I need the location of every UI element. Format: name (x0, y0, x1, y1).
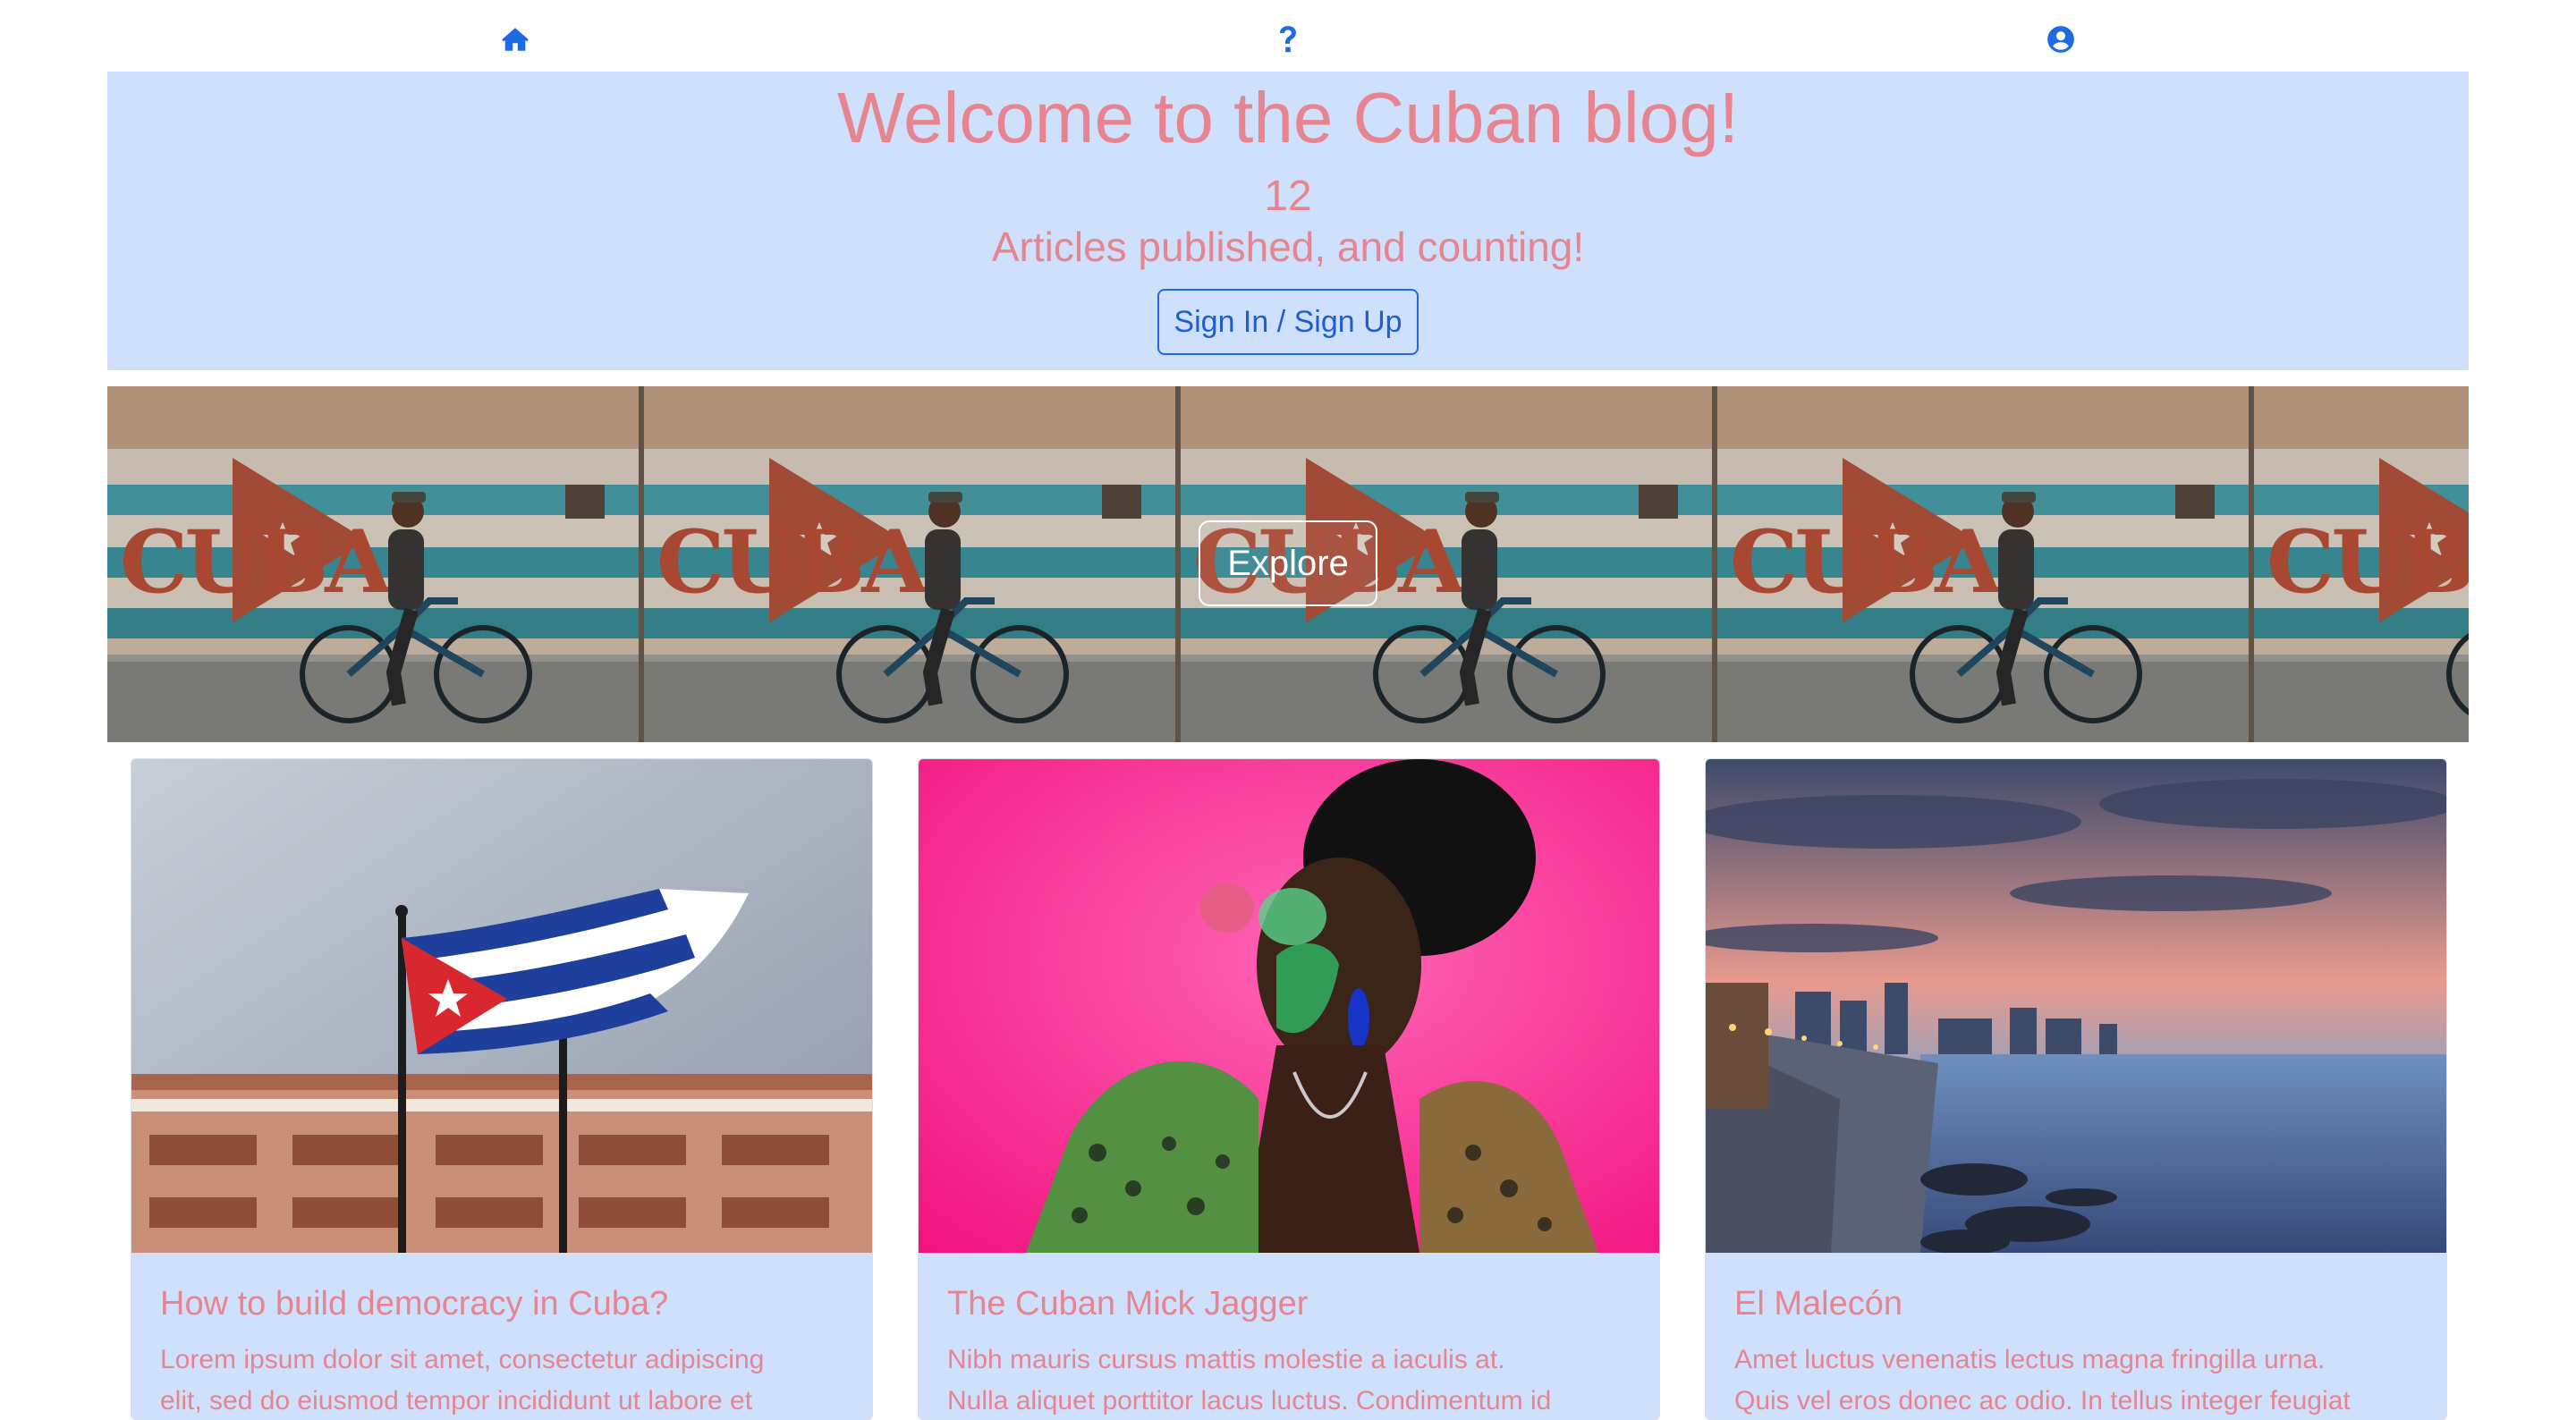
explore-button[interactable]: Explore (1199, 520, 1377, 606)
signin-signup-button[interactable]: Sign In / Sign Up (1157, 289, 1419, 355)
articles-subtitle: Articles published, and counting! (991, 224, 1585, 270)
top-nav (0, 0, 2576, 72)
question-icon[interactable] (1270, 21, 1306, 57)
card-text-line: Nibh mauris cursus mattis molestie a iac… (947, 1345, 1505, 1374)
home-icon[interactable] (497, 21, 533, 57)
user-circle-icon[interactable] (2043, 21, 2079, 57)
card-text-line: Nulla aliquet porttitor lacus luctus. Co… (947, 1386, 1552, 1416)
card-title[interactable]: The Cuban Mick Jagger (947, 1283, 1308, 1324)
card-body: El Malecón Amet luctus venenatis lectus … (1706, 1253, 2446, 1419)
hero-section: Welcome to the Cuban blog! 12 Articles p… (107, 72, 2469, 370)
malecon-image (1706, 759, 2446, 1253)
articles-count: 12 (1264, 173, 1312, 220)
card-body: How to build democracy in Cuba? Lorem ip… (131, 1253, 872, 1419)
card-text-line: Quis vel eros donec ac odio. In tellus i… (1734, 1386, 2351, 1416)
card-text-line: Amet luctus venenatis lectus magna fring… (1734, 1345, 2326, 1374)
card-title[interactable]: El Malecón (1734, 1283, 1902, 1324)
card-body: The Cuban Mick Jagger Nibh mauris cursus… (919, 1253, 1659, 1419)
portrait-image (919, 759, 1659, 1253)
explore-banner: CUBA Explore (107, 386, 2469, 742)
article-card[interactable]: How to build democracy in Cuba? Lorem ip… (131, 758, 873, 1420)
cuba-flag-image (131, 759, 872, 1253)
card-text-line: Lorem ipsum dolor sit amet, consectetur … (160, 1345, 765, 1374)
page-title: Welcome to the Cuban blog! (836, 78, 1739, 157)
article-card[interactable]: The Cuban Mick Jagger Nibh mauris cursus… (918, 758, 1660, 1420)
article-card[interactable]: El Malecón Amet luctus venenatis lectus … (1705, 758, 2447, 1420)
card-title[interactable]: How to build democracy in Cuba? (160, 1283, 668, 1324)
card-text-line: elit, sed do eiusmod tempor incididunt u… (160, 1386, 753, 1416)
